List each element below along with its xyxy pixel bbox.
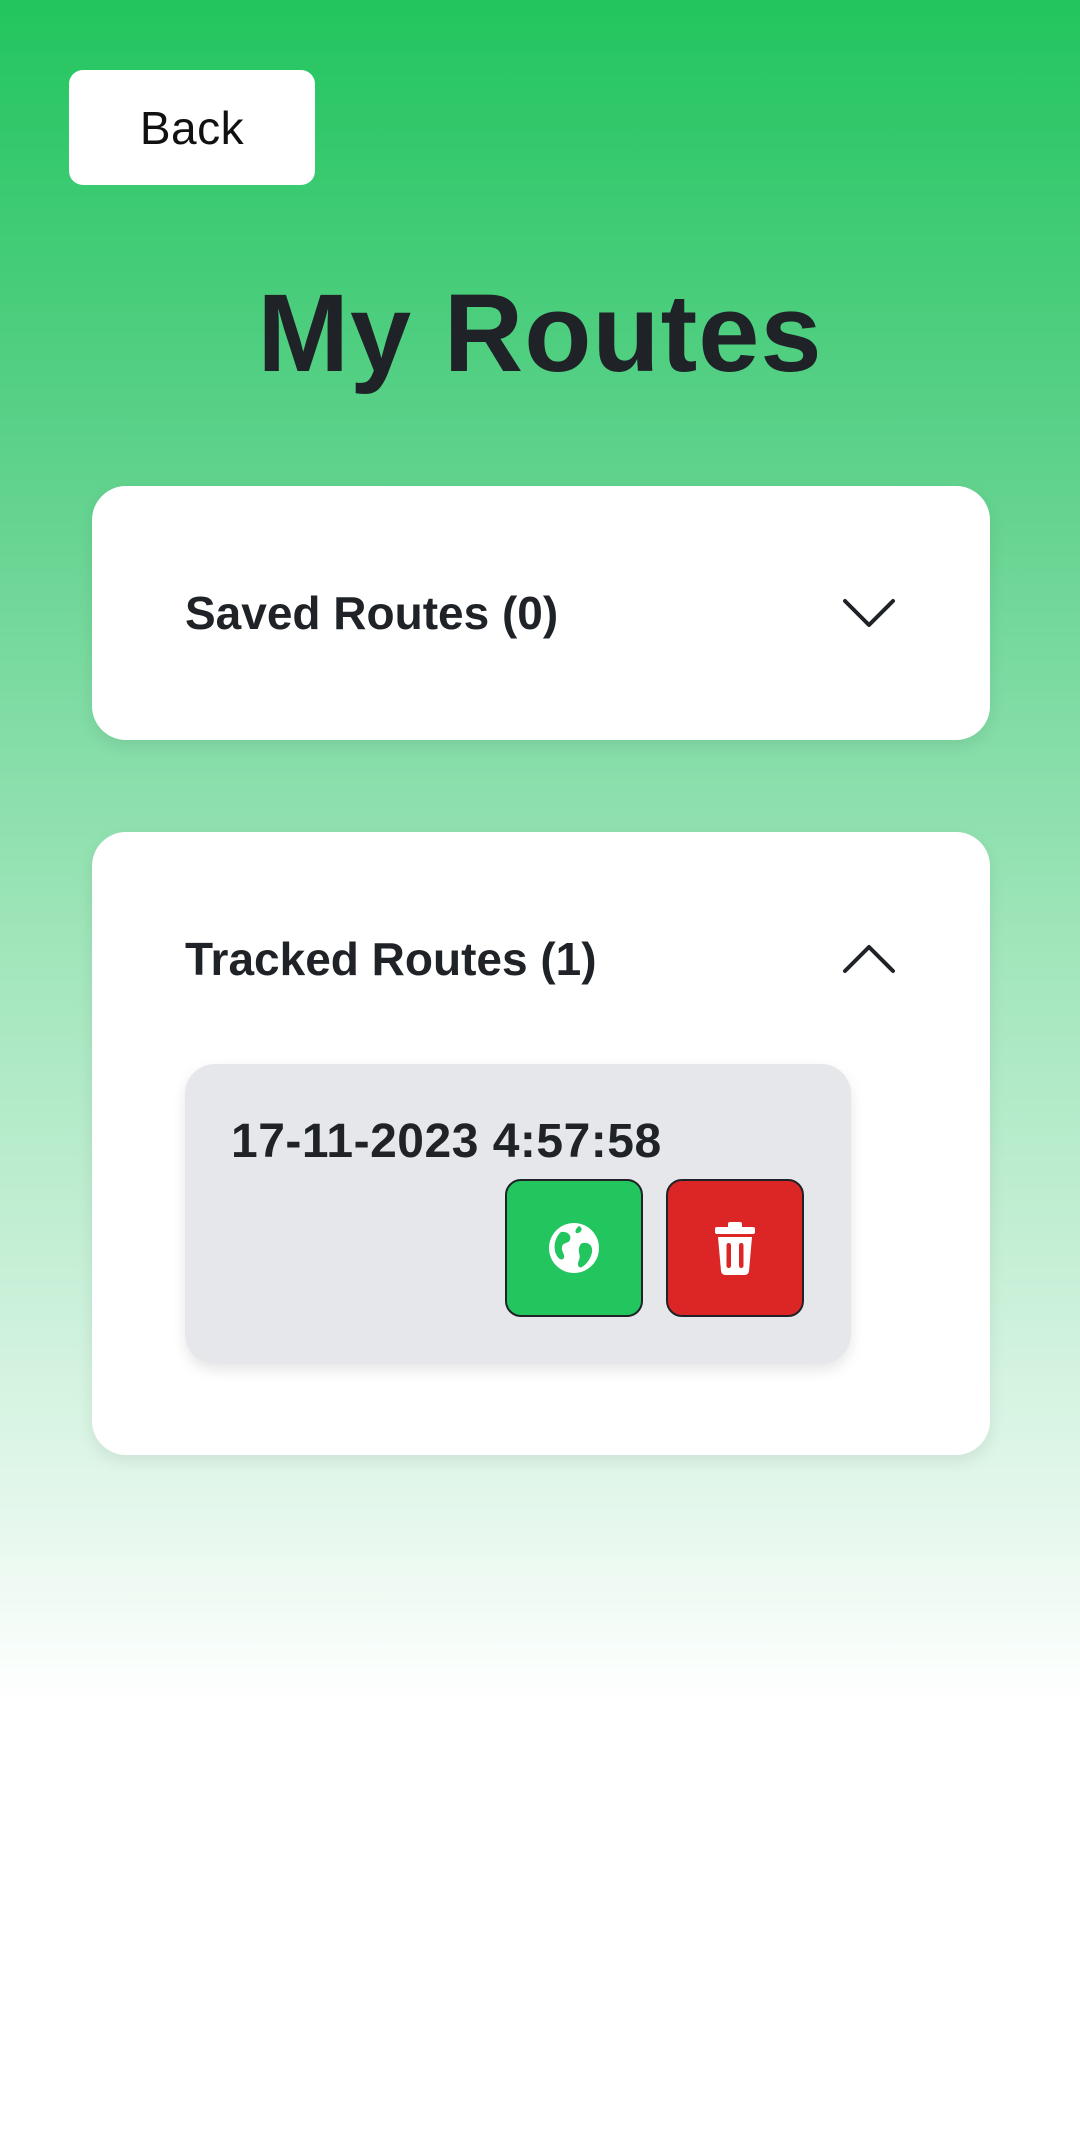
page-title: My Routes (257, 272, 823, 395)
tracked-routes-toggle[interactable]: Tracked Routes (1) (185, 924, 897, 994)
chevron-up-icon[interactable] (841, 939, 897, 979)
trash-icon (715, 1222, 755, 1275)
saved-routes-toggle[interactable]: Saved Routes (0) (185, 578, 897, 648)
tracked-route-item: 17-11-2023 4:57:58 (185, 1064, 851, 1364)
route-date: 17-11-2023 4:57:58 (231, 1115, 662, 1168)
tracked-routes-title: Tracked Routes (1) (185, 933, 597, 985)
chevron-down-icon[interactable] (841, 593, 897, 633)
tracked-routes-card: Tracked Routes (1) 17-11-2023 4:57:58 (92, 832, 990, 1455)
view-route-button[interactable] (505, 1179, 643, 1317)
saved-routes-title: Saved Routes (0) (185, 587, 559, 639)
globe-icon (549, 1223, 599, 1273)
saved-routes-card: Saved Routes (0) (92, 486, 990, 740)
back-button[interactable]: Back (69, 70, 315, 185)
delete-route-button[interactable] (666, 1179, 804, 1317)
